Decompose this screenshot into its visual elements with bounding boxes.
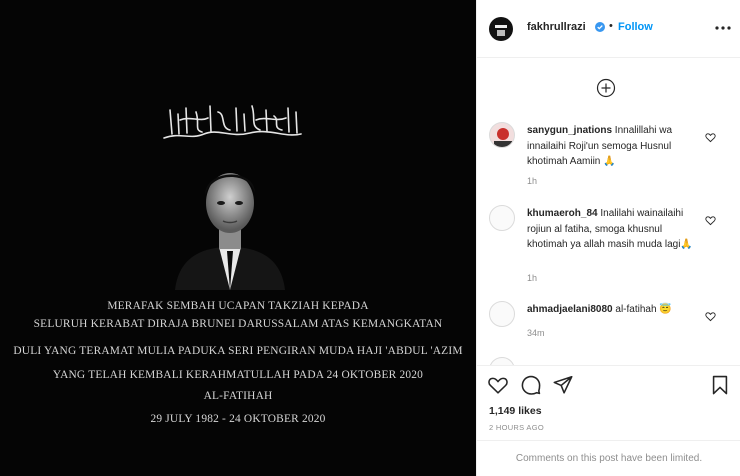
comment-username[interactable]: khumaeroh_84	[527, 208, 598, 219]
header-separator: •	[609, 20, 613, 32]
commenter-avatar[interactable]	[489, 357, 515, 365]
likes-count[interactable]: 1,149 likes	[489, 405, 542, 417]
comments-list[interactable]: sanygun_jnations Innalillahi wa innailai…	[477, 59, 740, 365]
comment-username[interactable]: sanygun_jnations	[527, 125, 612, 136]
portrait-photo	[175, 173, 285, 290]
share-icon[interactable]	[552, 374, 574, 396]
post-header: fakhrullrazi • Follow	[477, 0, 740, 58]
condolence-line-3: DULI YANG TERAMAT MULIA PADUKA SERI PENG…	[13, 345, 463, 357]
follow-button[interactable]: Follow	[618, 21, 653, 33]
post-image[interactable]: MERAFAK SEMBAH UCAPAN TAKZIAH KEPADA SEL…	[0, 0, 476, 476]
condolence-line-5: AL-FATIHAH	[203, 390, 273, 402]
post-actions: 1,149 likes 2 HOURS AGO	[477, 365, 740, 440]
more-options-icon[interactable]	[713, 18, 733, 38]
comment-time: 1h	[527, 273, 538, 283]
condolence-dates: 29 JULY 1982 - 24 OKTOBER 2020	[150, 413, 326, 425]
heart-icon[interactable]	[487, 374, 509, 396]
commenter-avatar[interactable]	[489, 205, 515, 231]
comment-body: al-fatihah 😇	[615, 304, 672, 315]
comment-time: 1h	[527, 176, 538, 186]
like-comment-heart-icon[interactable]	[705, 132, 716, 143]
save-bookmark-icon[interactable]	[709, 374, 731, 396]
commenter-avatar[interactable]	[489, 301, 515, 327]
author-avatar[interactable]	[489, 17, 513, 41]
comment-icon[interactable]	[520, 374, 542, 396]
comments-limited-notice: Comments on this post have been limited.	[477, 440, 740, 476]
like-comment-heart-icon[interactable]	[705, 215, 716, 226]
condolence-line-1: MERAFAK SEMBAH UCAPAN TAKZIAH KEPADA	[107, 300, 369, 312]
comment-username[interactable]: ahmadjaelani8080	[527, 304, 613, 315]
comment-time: 34m	[527, 328, 545, 338]
condolence-line-4: YANG TELAH KEMBALI KERAHMATULLAH PADA 24…	[52, 369, 424, 381]
author-username[interactable]: fakhrullrazi	[527, 21, 586, 33]
condolence-line-2: SELURUH KERABAT DIRAJA BRUNEI DARUSSALAM…	[33, 318, 443, 330]
like-comment-heart-icon[interactable]	[705, 311, 716, 322]
arabic-calligraphy	[163, 105, 302, 139]
verified-badge-icon	[595, 22, 605, 32]
load-more-comments-icon[interactable]	[596, 78, 616, 98]
post-timestamp[interactable]: 2 HOURS AGO	[489, 423, 544, 432]
commenter-avatar[interactable]	[489, 122, 515, 148]
post-side-panel: fakhrullrazi • Follow sanygun_jnations I…	[476, 0, 740, 476]
